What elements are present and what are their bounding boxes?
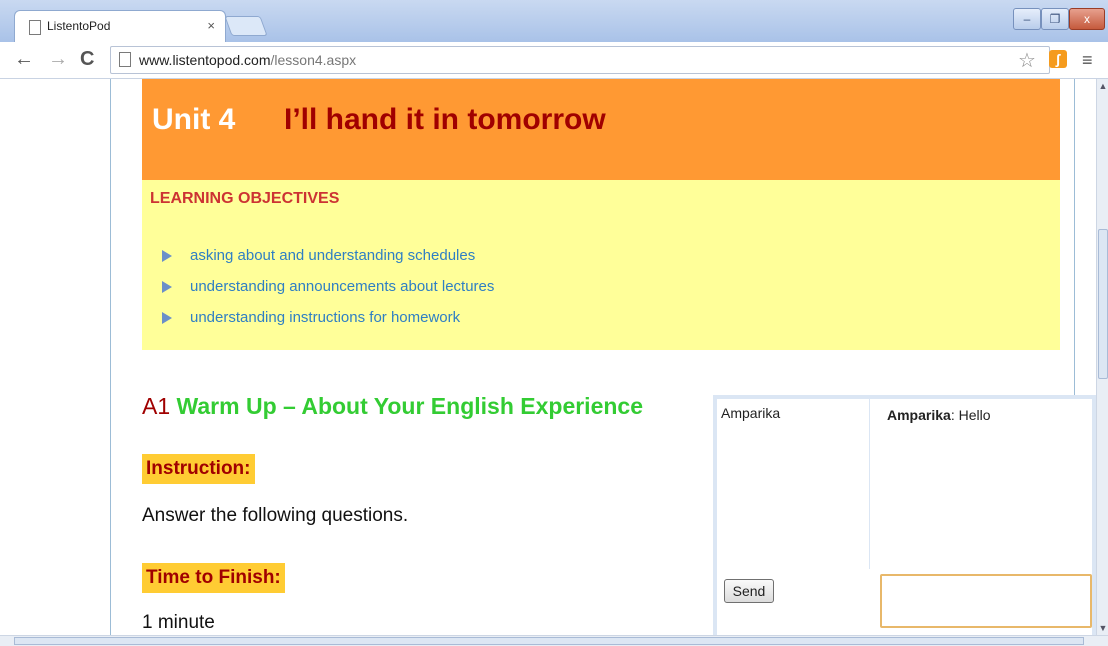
triangle-bullet-icon (162, 312, 172, 324)
section-title: A1 Warm Up – About Your English Experien… (142, 393, 643, 420)
unit-title: I’ll hand it in tomorrow (284, 103, 606, 136)
objectives-list: asking about and understanding schedules… (162, 246, 494, 339)
chat-input[interactable] (880, 574, 1092, 628)
chat-user-list: Amparika (717, 399, 870, 569)
chat-widget: Amparika Amparika: Hello Send (713, 395, 1096, 635)
unit-number: Unit 4 (152, 103, 236, 136)
browser-menu-icon[interactable]: ≡ (1082, 50, 1093, 71)
reload-icon[interactable]: C (80, 48, 94, 71)
url-text: www.listentopod.com/lesson4.aspx (139, 52, 356, 68)
scroll-up-icon[interactable]: ▲ (1097, 79, 1108, 93)
horizontal-scrollbar[interactable] (0, 635, 1108, 646)
scroll-down-icon[interactable]: ▼ (1097, 621, 1108, 635)
chat-message: Amparika: Hello (887, 407, 991, 423)
objective-item: understanding announcements about lectur… (162, 277, 494, 308)
learning-objectives-box: LEARNING OBJECTIVES asking about and und… (142, 180, 1060, 350)
page-icon (29, 20, 41, 35)
section-name: Warm Up – About Your English Experience (176, 393, 643, 419)
minimize-button[interactable]: – (1013, 8, 1041, 30)
tab-close-icon[interactable]: × (207, 18, 215, 33)
close-window-button[interactable]: x (1069, 8, 1105, 30)
url-domain: www.listentopod.com (139, 52, 271, 68)
time-label: Time to Finish: (142, 563, 285, 593)
tab-title: ListentoPod (47, 19, 111, 33)
address-bar[interactable]: www.listentopod.com/lesson4.aspx (110, 46, 1050, 74)
forward-arrow-icon[interactable]: → (48, 48, 68, 71)
time-value: 1 minute (142, 612, 215, 633)
triangle-bullet-icon (162, 250, 172, 262)
triangle-bullet-icon (162, 281, 172, 293)
browser-toolbar: ← → C www.listentopod.com/lesson4.aspx ☆… (0, 42, 1108, 79)
objective-item: understanding instructions for homework (162, 308, 494, 339)
section-number: A1 (142, 393, 171, 419)
send-button[interactable]: Send (724, 579, 774, 603)
instruction-label: Instruction: (142, 454, 255, 484)
bookmark-star-icon[interactable]: ☆ (1018, 48, 1036, 73)
horizontal-scroll-thumb[interactable] (14, 637, 1084, 645)
vertical-scroll-thumb[interactable] (1098, 229, 1108, 379)
back-arrow-icon[interactable]: ← (14, 48, 34, 71)
rss-icon[interactable]: ʃ (1049, 50, 1067, 68)
page-icon (119, 52, 131, 67)
objective-item: asking about and understanding schedules (162, 246, 494, 277)
browser-title-bar: ListentoPod × – ❐ x (0, 0, 1108, 43)
restore-button[interactable]: ❐ (1041, 8, 1069, 30)
objective-text: understanding instructions for homework (190, 309, 461, 326)
unit-header: Unit 4 I’ll hand it in tomorrow (142, 79, 1060, 180)
objectives-heading: LEARNING OBJECTIVES (150, 190, 340, 207)
objective-text: asking about and understanding schedules (190, 247, 476, 264)
browser-tab[interactable]: ListentoPod × (14, 10, 226, 43)
chat-sender: Amparika (887, 407, 951, 423)
vertical-scrollbar[interactable]: ▲ ▼ (1096, 79, 1108, 635)
chat-text: : Hello (950, 407, 991, 423)
chat-user[interactable]: Amparika (721, 405, 780, 421)
content-border-left (110, 79, 111, 635)
new-tab-button[interactable] (224, 16, 268, 36)
url-path: /lesson4.aspx (270, 52, 357, 68)
objective-text: understanding announcements about lectur… (190, 278, 495, 295)
page-viewport: Unit 4 I’ll hand it in tomorrow LEARNING… (0, 79, 1096, 635)
instruction-text: Answer the following questions. (142, 505, 409, 526)
